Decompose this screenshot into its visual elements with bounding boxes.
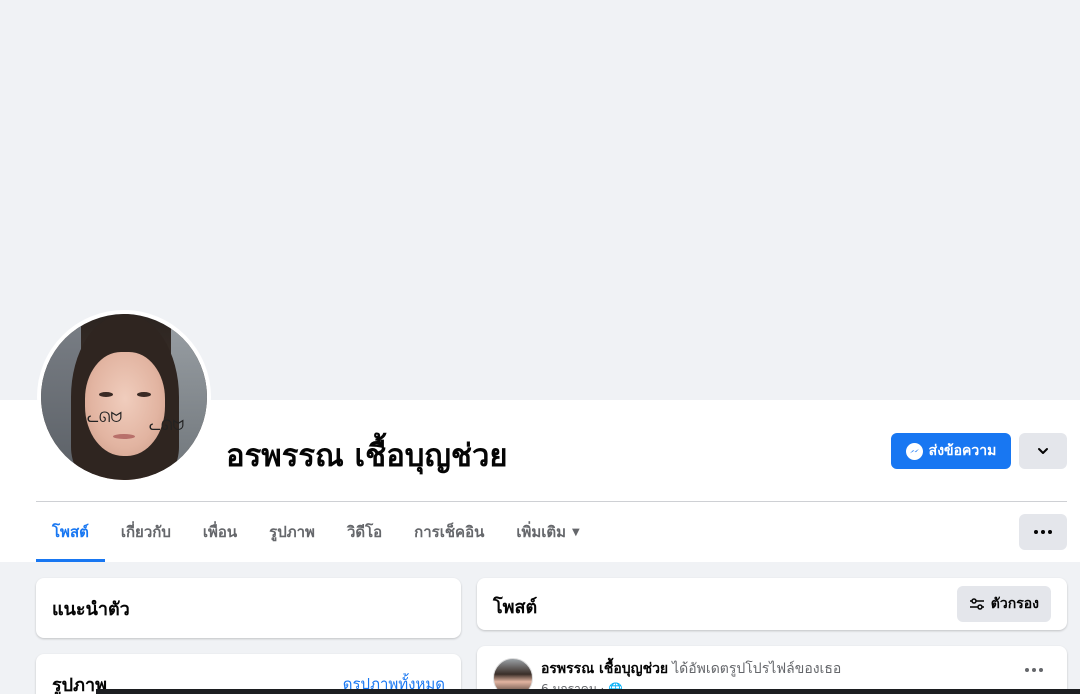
post-more-icon[interactable] [1025, 668, 1043, 672]
tabs-more-options-button[interactable] [1019, 514, 1067, 550]
post-headline: อรพรรณ เชื้อบุญช่วย ได้อัพเดตรูปโปรไฟล์ขอ… [541, 658, 841, 680]
messenger-icon [905, 442, 923, 460]
caret-down-icon: ▼ [572, 526, 580, 538]
avatar: ᓚᘏᗢ ᓚᘏᗢ [41, 314, 207, 480]
tab-checkins[interactable]: การเช็คอิน [398, 502, 500, 562]
post-author-name[interactable]: อรพรรณ เชื้อบุญช่วย [541, 661, 668, 677]
profile-tabs: โพสต์ เกี่ยวกับ เพื่อน รูปภาพ วิดีโอ การ… [36, 502, 596, 562]
post-item: อรพรรณ เชื้อบุญช่วย ได้อัพเดตรูปโปรไฟล์ขอ… [477, 646, 1067, 694]
posts-header-card: โพสต์ ตัวกรอง [477, 578, 1067, 630]
tab-videos[interactable]: วิดีโอ [331, 502, 398, 562]
chevron-down-icon [1038, 448, 1048, 454]
intro-card: แนะนำตัว [36, 578, 461, 638]
profile-page: ᓚᘏᗢ ᓚᘏᗢ อรพรรณ เชื้อบุญช่วย ส่งข้อความ โ… [0, 0, 1080, 694]
tab-more[interactable]: เพิ่มเติม ▼ [500, 502, 595, 562]
posts-title: โพสต์ [493, 597, 538, 618]
cat-sticker-icon: ᓚᘏᗢ [87, 410, 123, 426]
profile-name: อรพรรณ เชื้อบุญช่วย [226, 438, 508, 474]
profile-options-button[interactable] [1019, 433, 1067, 469]
filter-icon [969, 598, 984, 610]
filter-label: ตัวกรอง [990, 596, 1039, 612]
tab-posts[interactable]: โพสต์ [36, 502, 105, 562]
more-icon [1034, 530, 1052, 534]
filter-button[interactable]: ตัวกรอง [956, 586, 1051, 622]
tab-photos[interactable]: รูปภาพ [253, 502, 331, 562]
cat-sticker-icon: ᓚᘏᗢ [149, 418, 185, 434]
bottom-overlay-bar [96, 689, 1080, 694]
tab-friends[interactable]: เพื่อน [187, 502, 253, 562]
message-button-label: ส่งข้อความ [928, 442, 997, 458]
tab-about[interactable]: เกี่ยวกับ [105, 502, 187, 562]
intro-title: แนะนำตัว [52, 599, 130, 620]
post-action-text: ได้อัพเดตรูปโปรไฟล์ของเธอ [672, 661, 842, 677]
message-button[interactable]: ส่งข้อความ [891, 433, 1011, 469]
profile-picture[interactable]: ᓚᘏᗢ ᓚᘏᗢ [37, 310, 211, 484]
photos-card: รูปภาพ ดูรูปภาพทั้งหมด [36, 654, 461, 694]
